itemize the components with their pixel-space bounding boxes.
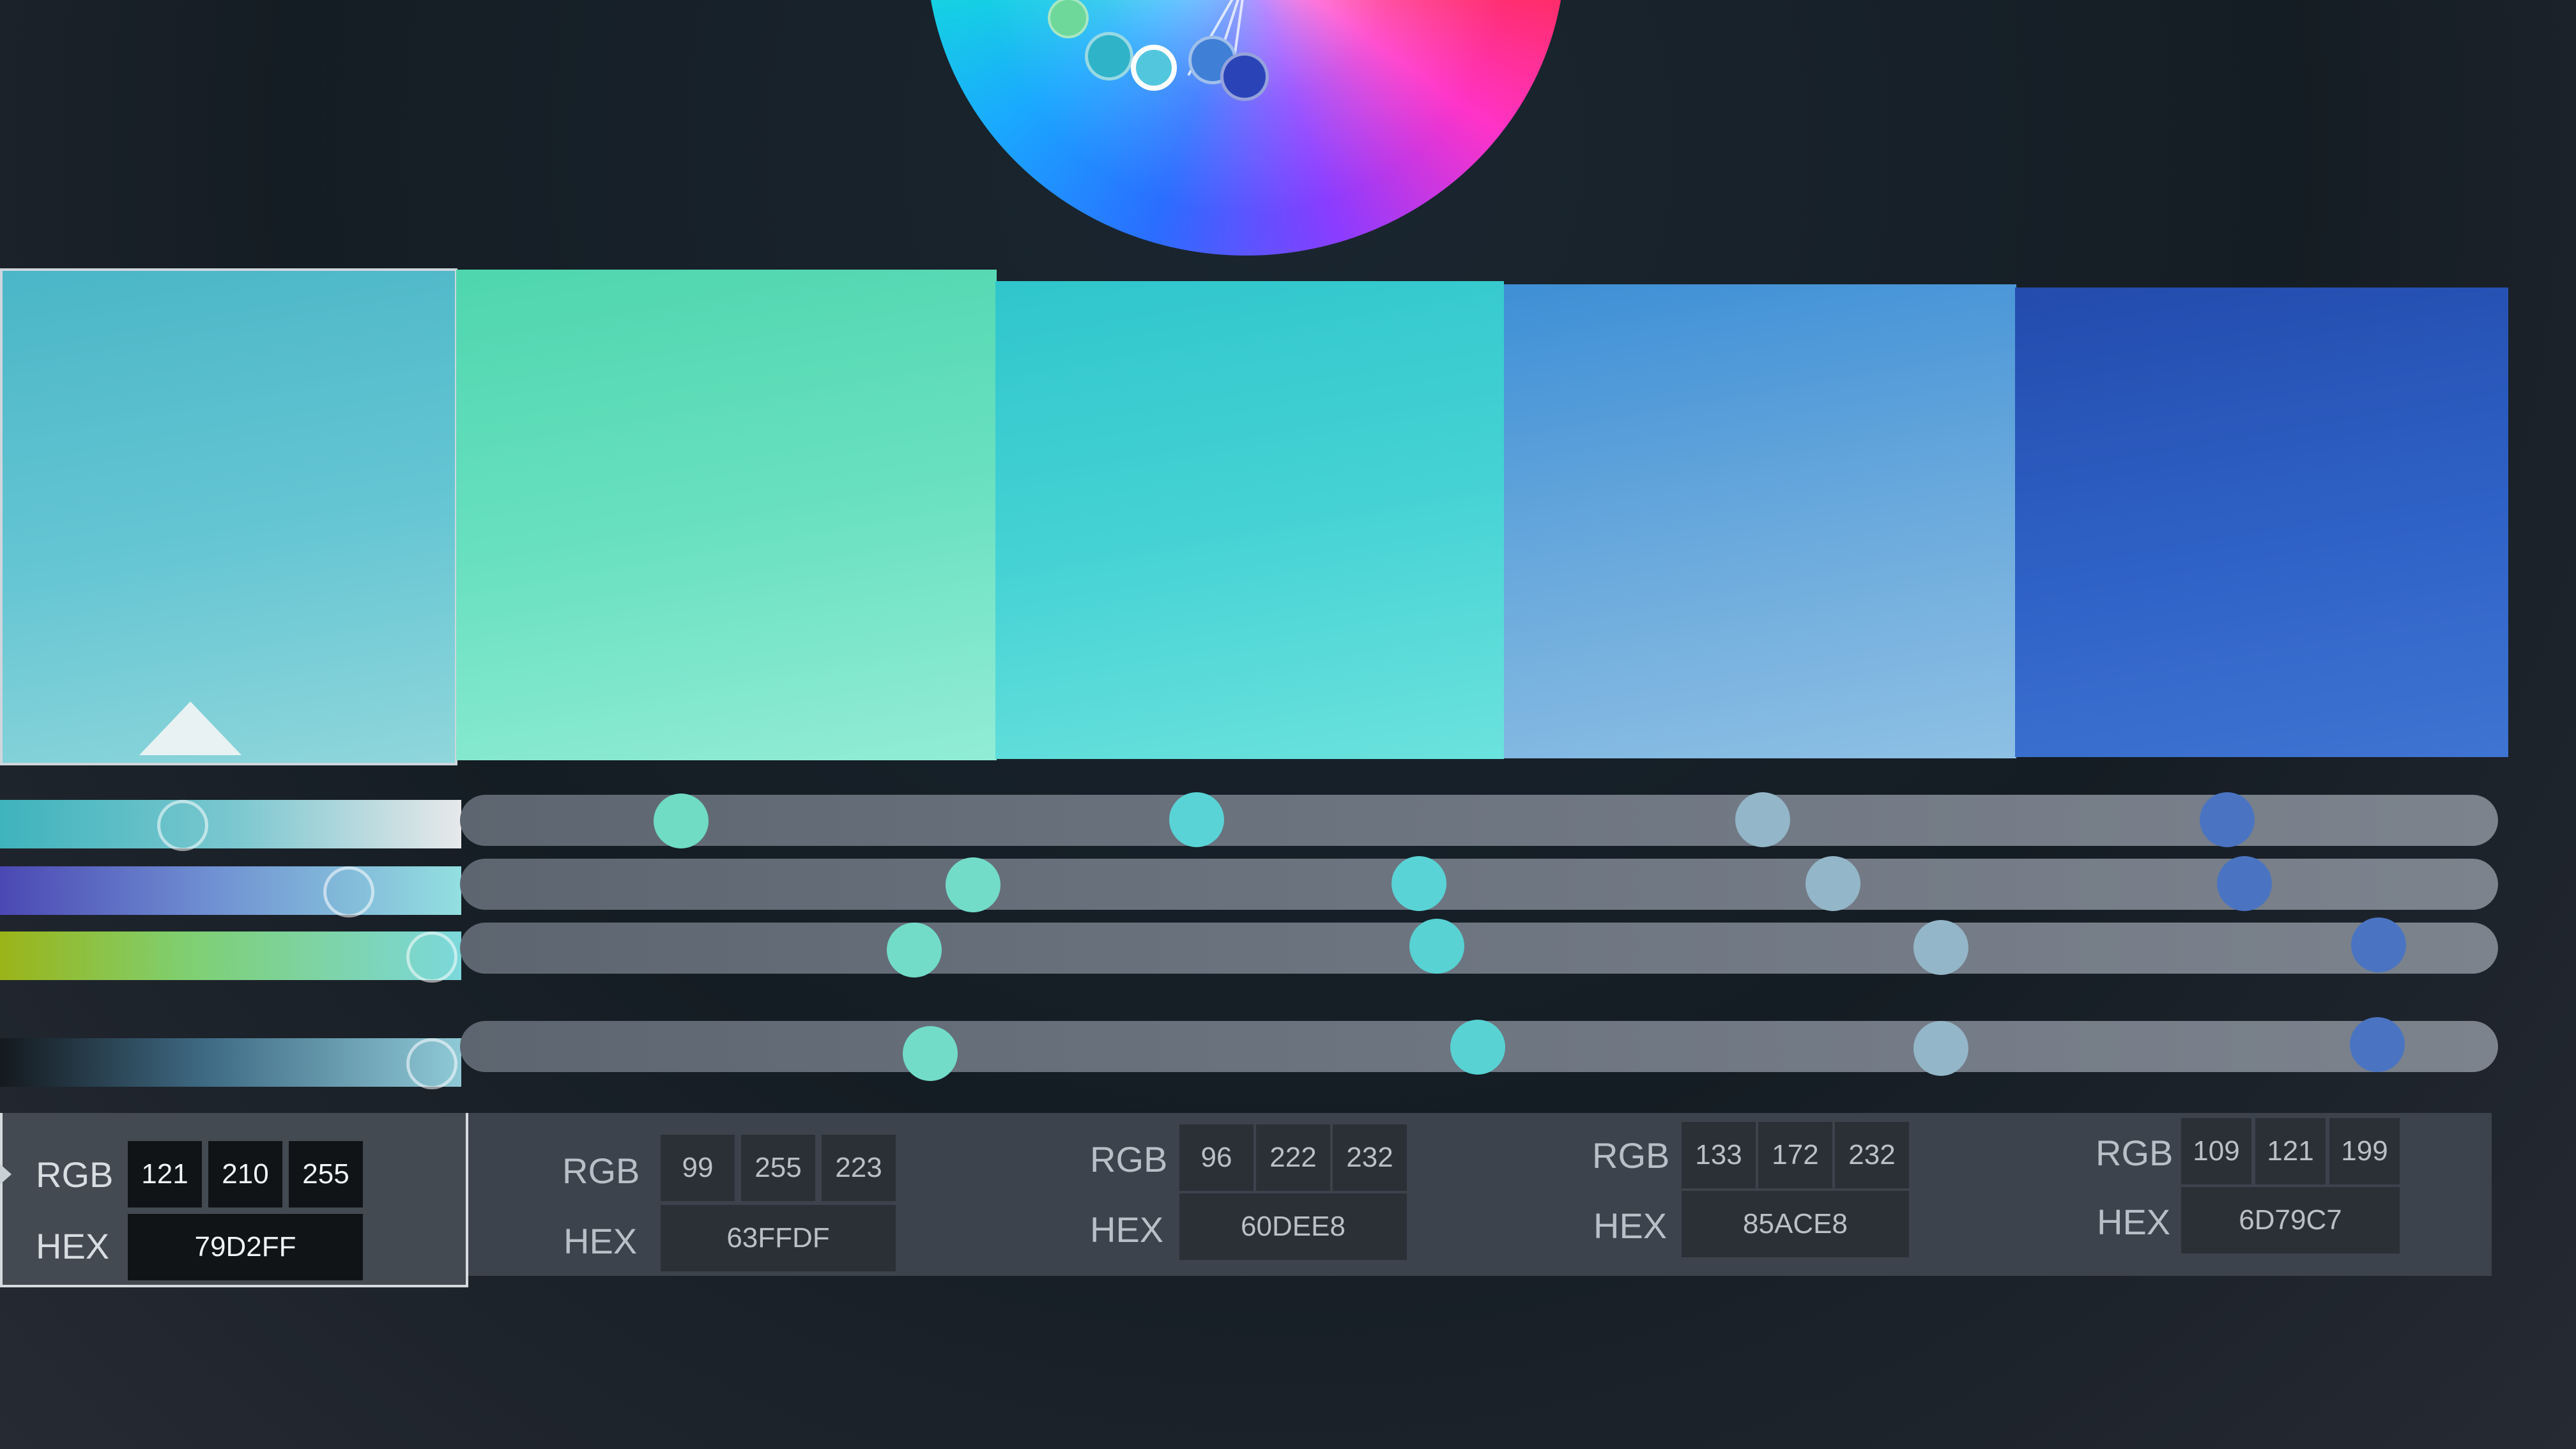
slider-active-row3[interactable] [0, 931, 461, 980]
slider-knob-active[interactable] [406, 931, 457, 983]
slider-knob[interactable] [654, 793, 709, 848]
slider-active-row2[interactable] [0, 866, 461, 915]
rgb-label: RGB [36, 1154, 114, 1195]
rgb-label: RGB [1592, 1135, 1670, 1176]
wheel-marker[interactable] [1220, 52, 1269, 101]
color-wheel[interactable] [926, 0, 1565, 256]
slider-active-row4[interactable] [0, 1038, 461, 1087]
rgb-b-field[interactable]: 232 [1333, 1124, 1407, 1191]
hex-field[interactable]: 63FFDF [661, 1205, 896, 1271]
hex-label: HEX [564, 1221, 638, 1261]
color-swatch-2[interactable] [456, 270, 997, 760]
hex-field[interactable]: 85ACE8 [1682, 1191, 1909, 1257]
slider-knob[interactable] [1450, 1020, 1505, 1075]
hex-label: HEX [1090, 1209, 1164, 1250]
slider-knob[interactable] [1913, 1021, 1968, 1076]
rgb-r-field[interactable]: 121 [128, 1141, 202, 1208]
slider-knob[interactable] [2351, 917, 2406, 972]
slider-knob[interactable] [887, 923, 942, 977]
slider-knob-active[interactable] [323, 866, 374, 917]
slider-knob[interactable] [1805, 856, 1860, 911]
rgb-g-field[interactable]: 172 [1758, 1122, 1832, 1188]
rgb-b-field[interactable]: 232 [1835, 1122, 1909, 1188]
hex-field[interactable]: 79D2FF [128, 1214, 363, 1280]
rgb-label: RGB [1090, 1139, 1168, 1179]
slider-knob[interactable] [2217, 856, 2272, 911]
rgb-label: RGB [562, 1151, 640, 1191]
wheel-marker-active[interactable] [1131, 45, 1177, 91]
hex-label: HEX [2097, 1202, 2171, 1242]
slider-knob[interactable] [903, 1026, 958, 1081]
hex-field[interactable]: 60DEE8 [1179, 1193, 1407, 1260]
rgb-r-field[interactable]: 109 [2181, 1118, 2251, 1184]
slider-knob-active[interactable] [157, 800, 208, 851]
rgb-r-field[interactable]: 96 [1179, 1124, 1254, 1191]
rgb-b-field[interactable]: 255 [289, 1141, 363, 1208]
rgb-g-field[interactable]: 121 [2255, 1118, 2326, 1184]
hex-label: HEX [1593, 1206, 1667, 1246]
slider-knob-active[interactable] [406, 1038, 457, 1089]
slider-row3[interactable] [460, 923, 2498, 974]
color-swatch-3[interactable] [995, 281, 1504, 759]
rgb-b-field[interactable]: 199 [2329, 1118, 2400, 1184]
base-color-indicator [139, 702, 241, 755]
slider-knob[interactable] [2200, 792, 2255, 847]
hex-field[interactable]: 6D79C7 [2181, 1187, 2400, 1254]
color-swatch-1[interactable] [0, 268, 457, 765]
rgb-label: RGB [2096, 1133, 2174, 1173]
slider-knob[interactable] [2350, 1017, 2405, 1072]
rgb-g-field[interactable]: 210 [208, 1141, 282, 1208]
wheel-marker[interactable] [1085, 32, 1133, 80]
rgb-r-field[interactable]: 99 [661, 1135, 735, 1201]
rgb-g-field[interactable]: 255 [741, 1135, 815, 1201]
rgb-r-field[interactable]: 133 [1682, 1122, 1756, 1188]
hex-label: HEX [36, 1226, 110, 1266]
slider-knob[interactable] [1913, 920, 1968, 975]
slider-knob[interactable] [1392, 856, 1446, 911]
color-swatch-5[interactable] [2015, 288, 2508, 757]
slider-row2[interactable] [460, 859, 2498, 910]
slider-row1[interactable] [460, 795, 2498, 846]
slider-knob[interactable] [1735, 792, 1790, 847]
active-arrow-icon [0, 1164, 12, 1184]
rgb-b-field[interactable]: 223 [822, 1135, 896, 1201]
slider-knob[interactable] [1409, 919, 1464, 974]
color-swatch-4[interactable] [1504, 284, 2016, 758]
slider-active-row1[interactable] [0, 800, 461, 848]
slider-knob[interactable] [1169, 792, 1224, 847]
rgb-g-field[interactable]: 222 [1256, 1124, 1330, 1191]
slider-knob[interactable] [946, 857, 1000, 912]
